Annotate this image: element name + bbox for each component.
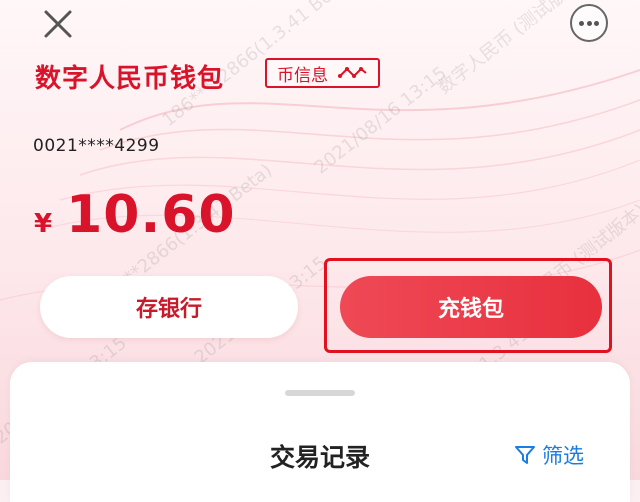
recharge-wallet-button[interactable]: 充钱包 bbox=[340, 276, 602, 338]
more-icon-dot bbox=[586, 21, 592, 26]
records-sheet bbox=[10, 362, 630, 502]
more-button[interactable] bbox=[570, 4, 608, 42]
filter-button[interactable]: 筛选 bbox=[514, 440, 584, 470]
balance-amount: 10.60 bbox=[66, 185, 236, 245]
deposit-bank-button[interactable]: 存银行 bbox=[40, 276, 298, 338]
more-icon-dot bbox=[594, 21, 599, 26]
funnel-icon bbox=[515, 446, 535, 464]
page-title: 数字人民币钱包 bbox=[35, 64, 225, 94]
close-button[interactable] bbox=[38, 4, 78, 44]
wave-icon bbox=[338, 67, 367, 78]
filter-label: 筛选 bbox=[542, 444, 584, 468]
coin-info-label: 币信息 bbox=[277, 65, 328, 86]
coin-info-button[interactable]: 币信息 bbox=[265, 58, 380, 88]
sheet-drag-handle[interactable] bbox=[285, 390, 355, 396]
wallet-balance: ¥ 10.60 bbox=[34, 185, 236, 245]
currency-symbol: ¥ bbox=[34, 209, 53, 239]
close-icon bbox=[44, 10, 72, 38]
account-number: 0021****4299 bbox=[33, 136, 160, 156]
more-icon-dot bbox=[579, 21, 584, 26]
